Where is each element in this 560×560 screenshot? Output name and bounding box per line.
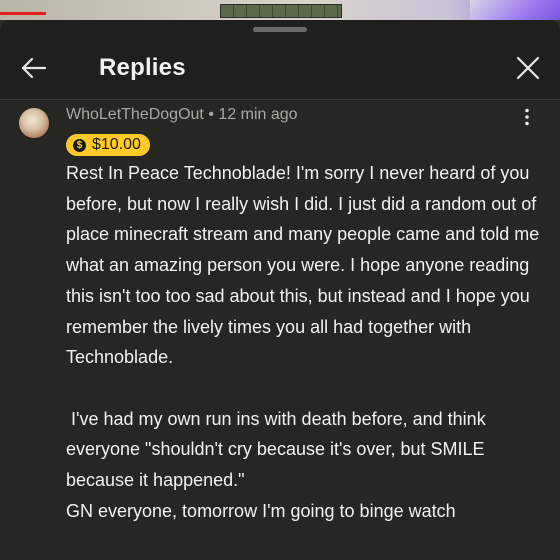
more-vert-icon [525,108,529,126]
replies-header: Replies [0,34,560,100]
drag-handle[interactable] [253,27,307,32]
super-thanks-amount: $10.00 [92,136,141,153]
comment-time: 12 min ago [218,106,298,123]
comment: WhoLetTheDogOut • 12 min ago $ $10.00 Re… [0,100,560,560]
super-thanks-badge: $ $10.00 [66,134,150,156]
video-player-strip[interactable] [0,0,560,20]
close-button[interactable] [508,48,548,88]
more-options-button[interactable] [517,106,537,128]
page-title: Replies [99,54,186,81]
video-frame-overlay [470,0,560,20]
author-name[interactable]: WhoLetTheDogOut [66,106,204,123]
replies-sheet: Replies WhoLetTheDogOut • 12 min ago $ $… [0,20,560,560]
close-icon [516,56,540,80]
video-frame-hotbar [220,4,342,18]
arrow-left-icon [21,57,47,79]
comment-paragraph: I've had my own run ins with death befor… [66,408,491,491]
comment-paragraph: Rest In Peace Technoblade! I'm sorry I n… [66,163,545,368]
back-button[interactable] [14,48,54,88]
meta-separator: • [208,106,214,123]
comment-text: Rest In Peace Technoblade! I'm sorry I n… [66,158,552,526]
super-thanks-coin-icon: $ [73,138,86,152]
avatar[interactable] [19,108,49,138]
video-progress-bar[interactable] [0,12,46,15]
comment-meta: WhoLetTheDogOut • 12 min ago [66,106,298,124]
comment-paragraph: GN everyone, tomorrow I'm going to binge… [66,500,456,521]
